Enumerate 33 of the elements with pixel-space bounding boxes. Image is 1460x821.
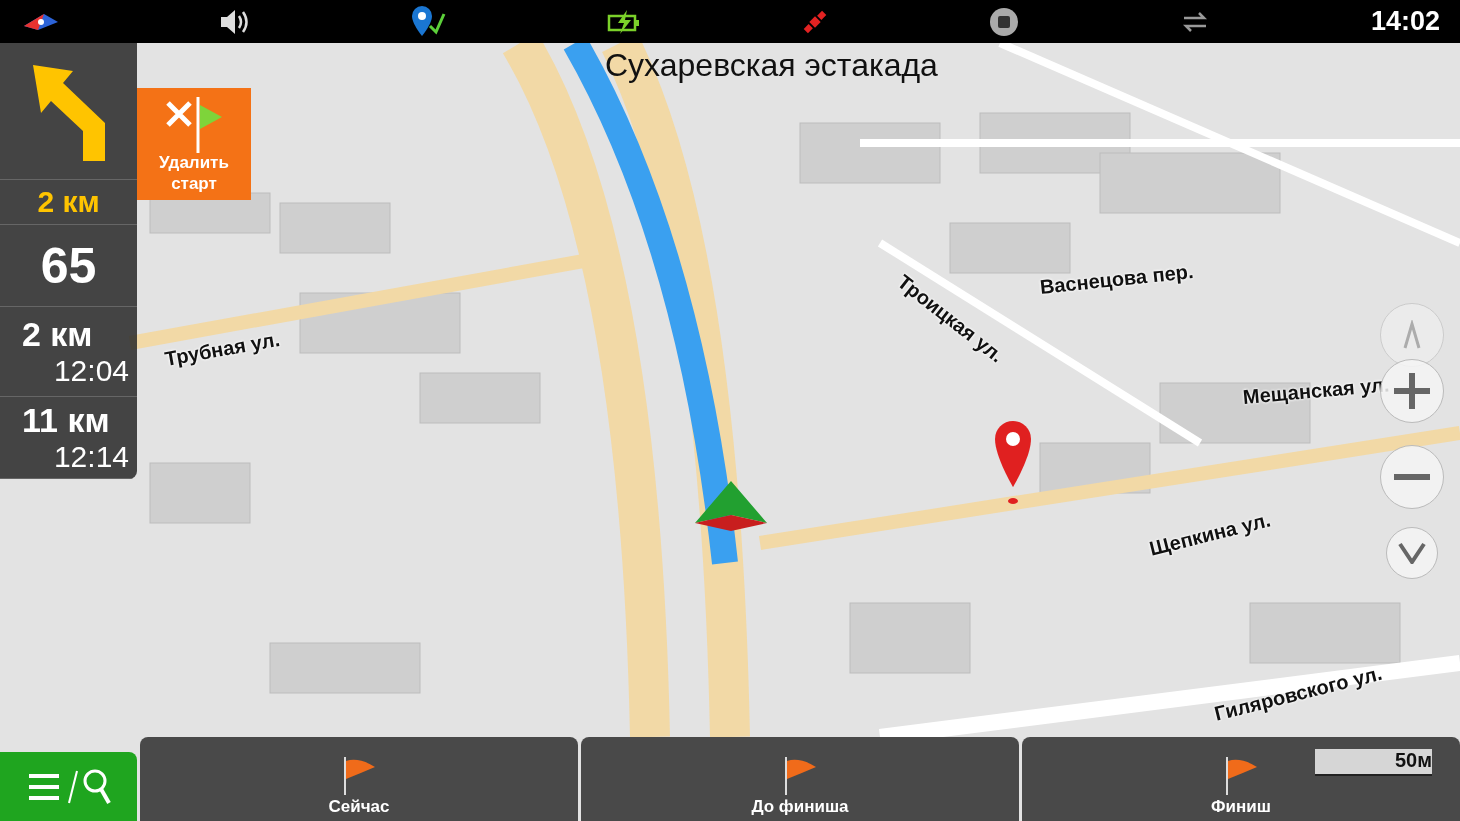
compass-icon[interactable]	[24, 13, 58, 30]
waypoint-arrival-time: 12:04	[53, 354, 129, 388]
stop-icon[interactable]	[988, 6, 1019, 37]
route-info-tab[interactable]: Сейчас	[140, 737, 578, 821]
flag-icon	[341, 755, 377, 797]
cross-flag-icon	[164, 97, 224, 154]
route-info-tab[interactable]: До финиша	[581, 737, 1019, 821]
street-label: Мещанская ул.	[1242, 373, 1391, 409]
speaker-icon[interactable]	[219, 7, 249, 36]
car-position-icon	[695, 481, 767, 531]
flag-icon	[1223, 755, 1259, 797]
street-name-title: Сухаревская эстакада	[605, 47, 938, 84]
clock-time: 14:02	[1370, 6, 1440, 37]
battery-charging-icon	[606, 9, 641, 34]
waypoint-distance: 2 км	[22, 315, 93, 354]
finish-arrival-time: 12:14	[53, 440, 129, 474]
street-label: Трубная ул.	[163, 327, 282, 371]
route-info-tab[interactable]: Финиш 50м	[1022, 737, 1460, 821]
map-pin-icon	[993, 421, 1033, 505]
menu-search-button[interactable]	[0, 752, 137, 821]
street-label: Щепкина ул.	[1147, 508, 1273, 561]
scale-bar: 50м	[1314, 749, 1432, 776]
tilt-button[interactable]	[1386, 527, 1438, 579]
plus-icon	[1392, 371, 1432, 411]
maneuver-distance: 2 км	[37, 185, 100, 219]
street-label: Васнецова пер.	[1038, 259, 1195, 299]
satellite-icon	[801, 8, 828, 35]
minus-icon	[1392, 473, 1432, 481]
flag-icon	[782, 755, 818, 797]
speed-value: 65	[40, 236, 97, 295]
menu-icon	[26, 772, 61, 801]
finish-distance: 11 км	[22, 401, 110, 440]
chevron-down-icon	[1398, 542, 1426, 564]
